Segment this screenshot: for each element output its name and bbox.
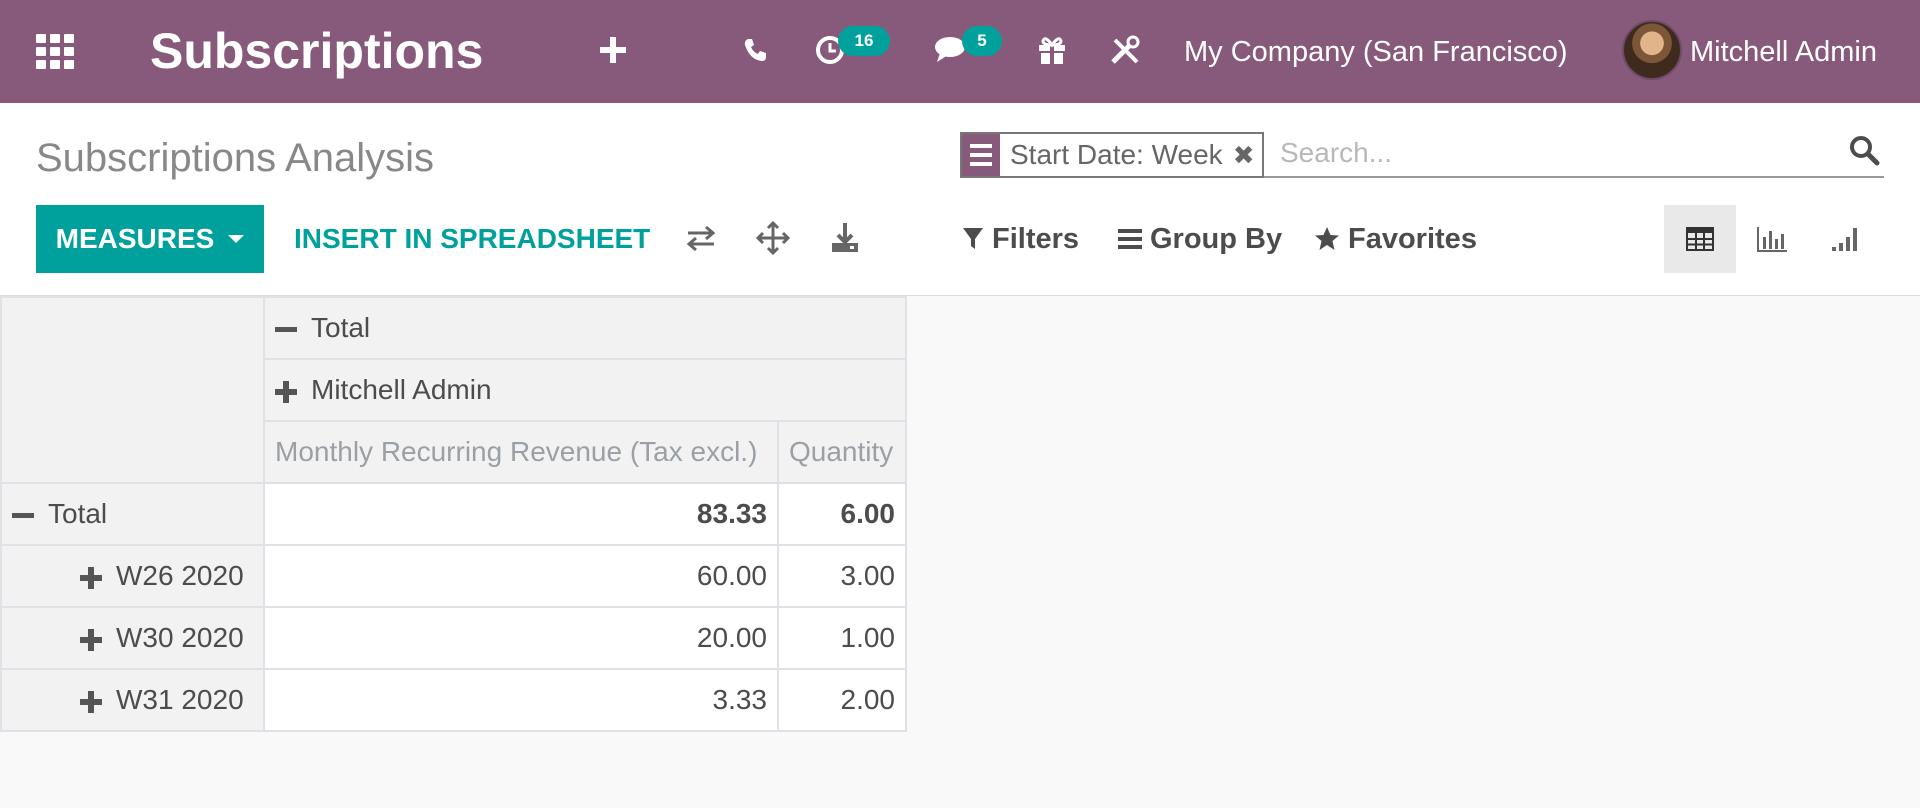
group-by-facet-icon [962,134,1000,176]
control-panel: Subscriptions Analysis Start Date: Week … [0,103,1920,296]
pivot-header-row: Total [0,296,907,484]
bar-chart-icon [1757,227,1787,252]
table-icon [1686,227,1714,251]
collapse-minus-icon [275,327,297,333]
company-switcher[interactable]: My Company (San Francisco) [1184,34,1568,70]
measures-label: MEASURES [55,223,215,254]
group-by-button[interactable]: Group By [1118,219,1282,259]
col-header-total-label: Total [311,312,371,343]
row-header-total[interactable]: Total [0,482,265,546]
table-row: W26 2020 60.00 3.00 [0,544,907,608]
search-bar: Start Date: Week ✖ [960,128,1884,178]
row-header-label: Total [48,498,108,529]
row-header[interactable]: W31 2020 [0,668,265,732]
row-header-label: W31 2020 [116,684,244,715]
page-title: Subscriptions Analysis [36,136,434,180]
expand-plus-icon [275,380,297,403]
table-row: W31 2020 3.33 2.00 [0,668,907,732]
facet-value: Start Date: Week [1010,139,1223,170]
star-icon [1315,227,1339,250]
bars-icon [1118,229,1142,249]
pivot-view-button[interactable] [1664,205,1736,273]
row-header-label: W26 2020 [116,560,244,591]
collapse-minus-icon [12,513,34,519]
cell-mrr[interactable]: 3.33 [263,668,779,732]
favorites-label: Favorites [1348,222,1477,255]
measures-button[interactable]: MEASURES [36,205,264,273]
gift-icon[interactable] [1036,30,1068,70]
download-icon[interactable] [828,221,864,257]
tools-debug-icon[interactable] [1108,30,1142,70]
user-avatar[interactable] [1622,20,1682,80]
activity-count-badge: 16 [838,26,890,56]
row-header[interactable]: W30 2020 [0,606,265,670]
apps-menu-icon[interactable] [36,34,78,69]
search-facet: Start Date: Week ✖ [960,132,1265,178]
table-row: Total 83.33 6.00 [0,482,907,546]
expand-plus-icon [80,566,102,589]
insert-in-spreadsheet-button[interactable]: INSERT IN SPREADSHEET [294,205,650,273]
cell-qty-total[interactable]: 6.00 [777,482,907,546]
filters-button[interactable]: Filters [962,219,1079,259]
expand-plus-icon [80,690,102,713]
quick-create-plus-icon[interactable] [598,30,628,70]
cohort-view-button[interactable] [1810,205,1882,273]
expand-plus-icon [80,628,102,651]
search-icon[interactable] [1848,134,1884,170]
user-menu[interactable]: Mitchell Admin [1690,34,1877,70]
row-header[interactable]: W26 2020 [0,544,265,608]
search-input[interactable] [1280,132,1820,174]
flip-axis-icon[interactable] [684,221,720,257]
filter-funnel-icon [963,228,983,249]
expand-all-icon[interactable] [755,220,792,257]
row-header-label: W30 2020 [116,622,244,653]
top-navbar: Subscriptions 16 5 My Company (San Franc… [0,0,1920,103]
cell-mrr[interactable]: 20.00 [263,606,779,670]
col-header-total[interactable]: Total [263,296,907,360]
graph-view-button[interactable] [1736,205,1808,273]
cell-qty[interactable]: 2.00 [777,668,907,732]
col-header-group-label: Mitchell Admin [311,374,492,405]
cell-qty[interactable]: 1.00 [777,606,907,670]
filters-label: Filters [992,222,1080,255]
group-by-label: Group By [1150,222,1283,255]
measure-header-quantity[interactable]: Quantity [777,420,907,484]
signal-bars-icon [1832,228,1857,251]
messages-count-badge: 5 [962,26,1002,56]
table-row: W30 2020 20.00 1.00 [0,606,907,670]
cell-mrr[interactable]: 60.00 [263,544,779,608]
caret-down-icon [228,235,245,243]
pivot-corner-cell [0,296,265,484]
app-brand[interactable]: Subscriptions [150,22,483,80]
col-header-group[interactable]: Mitchell Admin [263,358,907,422]
cell-mrr-total[interactable]: 83.33 [263,482,779,546]
measure-header-mrr[interactable]: Monthly Recurring Revenue (Tax excl.) [263,420,779,484]
phone-icon[interactable] [738,30,772,70]
facet-remove-icon[interactable]: ✖ [1233,140,1263,171]
favorites-button[interactable]: Favorites [1314,219,1477,259]
cell-qty[interactable]: 3.00 [777,544,907,608]
pivot-table: Total Mitchell Admin Monthly Recurring R… [0,296,907,732]
